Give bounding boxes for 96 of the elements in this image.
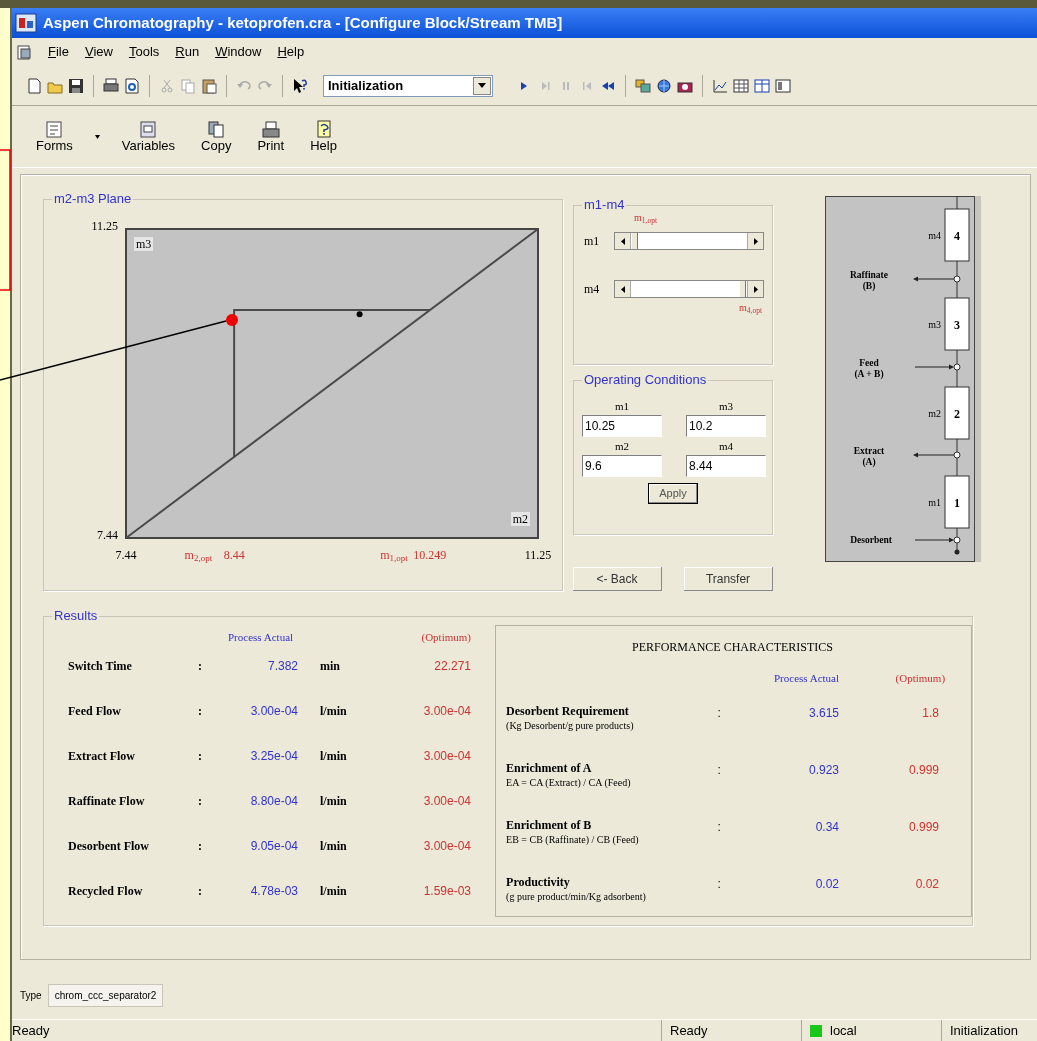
colon: : — [198, 793, 203, 810]
optimum-value: 3.00e-04 — [422, 703, 471, 720]
column-heading: Process Actual — [772, 671, 840, 686]
tick-label: 10.249 — [413, 548, 447, 562]
colon: : — [716, 705, 722, 722]
colon: : — [716, 876, 722, 893]
optimum-value: 3.00e-04 — [422, 793, 471, 810]
unit-label: l/min — [319, 703, 348, 720]
stream-detail: (A + B) — [854, 369, 884, 379]
metric-value: 0.34 — [814, 819, 840, 836]
result-label: Feed Flow — [68, 703, 122, 720]
result-label: Recycled Flow — [68, 883, 144, 900]
status-text: Ready — [12, 1021, 51, 1040]
window-title: Aspen Chromatography - ketoprofen.cra - [Configure Block/Stream TMB] — [43, 12, 563, 33]
result-value: 7.382 — [266, 658, 298, 675]
unit-label: l/min — [319, 883, 348, 900]
colon: : — [198, 838, 203, 855]
metric-note: (Kg Desorbent/g pure products) — [506, 719, 635, 733]
metric-value: 3.615 — [808, 705, 840, 722]
field-label: Type — [20, 988, 42, 1003]
section-label: m1 — [928, 497, 941, 508]
group-title: Operating Conditions — [582, 372, 709, 388]
axis-annotation: m$_{1,opt}$ — [380, 548, 408, 562]
optimum-value: 22.271 — [433, 658, 471, 675]
tick-label: 7.44 — [97, 528, 118, 542]
unit-label: l/min — [319, 793, 348, 810]
metric-note: (g pure product/min/Kg adsorbent) — [506, 890, 647, 904]
metric-label: Desorbent Requirement — [506, 704, 630, 719]
section-label: m2 — [928, 408, 941, 419]
section-number: 4 — [954, 229, 960, 243]
field-label: m1 — [613, 399, 631, 413]
stream-name: Feed — [859, 358, 879, 368]
metric-value: 0.02 — [814, 876, 840, 893]
metric-label: Enrichment of A — [506, 761, 593, 776]
field-label: m4 — [717, 439, 735, 453]
colon: : — [198, 748, 203, 765]
colon: : — [716, 762, 722, 779]
colon: : — [198, 883, 203, 900]
status-text: Ready — [670, 1021, 708, 1040]
unit-label: l/min — [319, 838, 348, 855]
metric-value: 0.923 — [808, 762, 840, 779]
status-text: Initialization — [950, 1021, 1018, 1040]
stream-detail: (A) — [862, 457, 876, 467]
optimum-value: 3.00e-04 — [422, 748, 471, 765]
metric-note: EB = CB (Raffinate) / CB (Feed) — [506, 833, 640, 847]
stream-detail: (B) — [862, 281, 876, 291]
status-text: local — [830, 1021, 857, 1040]
result-label: Desorbent Flow — [68, 838, 150, 855]
section-number: 2 — [954, 407, 960, 421]
tick-label: 11.25 — [91, 219, 118, 233]
result-label: Raffinate Flow — [68, 793, 146, 810]
tick-label: 8.44 — [223, 548, 245, 562]
tick-label: 11.25 — [524, 548, 552, 562]
stream-name: Raffinate — [850, 270, 888, 280]
result-value: 4.78e-03 — [249, 883, 298, 900]
section-label: m4 — [928, 230, 941, 241]
unit-label: l/min — [319, 748, 348, 765]
column-heading: (Optimum) — [894, 671, 947, 686]
result-label: Switch Time — [68, 658, 133, 675]
stream-name: Desorbent — [850, 535, 892, 545]
optimum-value: 3.00e-04 — [422, 838, 471, 855]
column-heading: Process Actual — [228, 630, 295, 645]
result-label: Extract Flow — [68, 748, 136, 765]
section-number: 1 — [954, 496, 960, 510]
optimum-value: 0.999 — [908, 762, 941, 779]
optimum-value: 1.59e-03 — [422, 883, 471, 900]
metric-note: EA = CA (Extract) / CA (Feed) — [506, 776, 632, 790]
result-value: 8.80e-04 — [249, 793, 298, 810]
field-label: m3 — [717, 399, 735, 413]
optimum-value: 0.02 — [914, 876, 941, 893]
tick-label: 7.44 — [115, 548, 137, 562]
colon: : — [198, 703, 203, 720]
result-value: 3.25e-04 — [249, 748, 298, 765]
result-value: 3.00e-04 — [249, 703, 298, 720]
colon: : — [198, 658, 203, 675]
axis-label: m2 — [510, 512, 530, 526]
result-value: 9.05e-04 — [249, 838, 298, 855]
colon: : — [716, 819, 722, 836]
slider-label: m4 — [584, 281, 601, 298]
section-label: m3 — [928, 319, 941, 330]
section-title: PERFORMANCE CHARACTERISTICS — [631, 639, 835, 656]
axis-annotation: m$_{2,opt}$ — [184, 548, 213, 562]
unit-label: min — [319, 658, 341, 675]
section-number: 3 — [954, 318, 960, 332]
stream-name: Extract — [853, 446, 885, 456]
axis-label: m3 — [134, 237, 154, 251]
optimum-value: 0.999 — [908, 819, 941, 836]
column-heading: (Optimum) — [420, 630, 471, 645]
field-label: m2 — [613, 439, 631, 453]
optimum-label: m$_{1,opt}$ — [634, 212, 657, 224]
metric-label: Enrichment of B — [506, 818, 593, 833]
slider-label: m1 — [584, 233, 601, 250]
optimum-value: 1.8 — [921, 705, 941, 722]
metric-label: Productivity — [506, 875, 571, 890]
type-field: chrom_ccc_separator2 — [47, 983, 164, 1007]
optimum-label: m$_{4,opt}$ — [739, 302, 762, 314]
